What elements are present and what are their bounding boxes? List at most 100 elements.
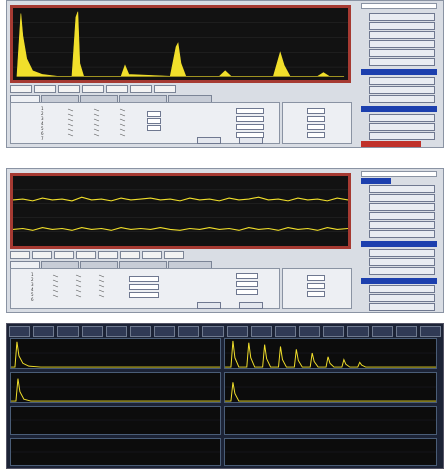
channel-header[interactable] [395, 326, 417, 337]
sidebar-button[interactable] [369, 132, 435, 140]
channel-header[interactable] [202, 326, 224, 337]
channel-plot[interactable] [224, 338, 437, 369]
channel-graph [225, 451, 436, 453]
channel-header[interactable] [323, 326, 345, 337]
axis-label [142, 251, 162, 259]
sidebar-section-bar [361, 278, 437, 284]
param-field[interactable] [129, 284, 159, 290]
channel-header[interactable] [371, 326, 393, 337]
spectrum-plot[interactable] [10, 5, 351, 83]
channel-plot[interactable] [10, 338, 221, 369]
channel-header[interactable] [250, 326, 272, 337]
sidebar-button[interactable] [369, 267, 435, 275]
param-field[interactable] [236, 281, 258, 287]
waveform-plot[interactable] [10, 173, 351, 249]
channel-header[interactable] [299, 326, 321, 337]
measure-field[interactable] [307, 124, 325, 130]
channel-header[interactable] [81, 326, 103, 337]
measure-field[interactable] [307, 132, 325, 138]
sidebar-button[interactable] [369, 221, 435, 229]
channel-trace [11, 341, 220, 368]
channel-plot[interactable] [10, 438, 221, 466]
measure-field[interactable] [307, 116, 325, 122]
sidebar-button[interactable] [369, 203, 435, 211]
measure-field[interactable] [307, 291, 325, 297]
sidebar-button[interactable] [369, 86, 435, 94]
sidebar-status-bar [361, 141, 421, 147]
param-field[interactable] [129, 276, 159, 282]
channel-header[interactable] [347, 326, 369, 337]
channel-header[interactable] [274, 326, 297, 337]
channel-plot[interactable] [10, 372, 221, 403]
waveform-window: 1 2 3 4 5 6 [6, 168, 444, 313]
channel-header[interactable] [419, 326, 442, 337]
channel-header[interactable] [9, 326, 31, 337]
checkbox-grid[interactable] [66, 107, 146, 141]
sidebar-button[interactable] [369, 22, 435, 30]
cancel-button[interactable] [239, 302, 263, 309]
channel-graph [11, 378, 220, 402]
channel-plot[interactable] [224, 438, 437, 466]
sidebar-button[interactable] [369, 123, 435, 131]
channel-header[interactable] [33, 326, 55, 337]
sidebar-button[interactable] [369, 77, 435, 85]
measure-field[interactable] [307, 108, 325, 114]
axis-label [106, 85, 128, 93]
sidebar-button[interactable] [369, 31, 435, 39]
param-field[interactable] [236, 273, 258, 279]
sidebar-button[interactable] [369, 95, 435, 103]
axis-label [120, 251, 140, 259]
sidebar-button[interactable] [369, 58, 435, 66]
sidebar-button[interactable] [369, 185, 435, 193]
spectrum-graph [13, 11, 348, 77]
confirm-button[interactable] [197, 137, 221, 144]
channel-settings-panel: 1 2 3 4 5 6 [10, 268, 280, 309]
axis-label [58, 85, 80, 93]
sidebar-button[interactable] [369, 49, 435, 57]
sidebar-button[interactable] [369, 230, 435, 238]
sidebar-button[interactable] [369, 40, 435, 48]
measure-field[interactable] [307, 283, 325, 289]
channel-trace [225, 382, 436, 402]
grid-row-label: 6 [31, 297, 34, 302]
sidebar-button[interactable] [369, 13, 435, 21]
param-field[interactable] [147, 125, 161, 131]
param-field[interactable] [236, 289, 258, 295]
param-field[interactable] [236, 124, 264, 130]
channel-header[interactable] [226, 326, 248, 337]
param-field[interactable] [236, 116, 264, 122]
param-field[interactable] [147, 118, 161, 124]
param-field[interactable] [236, 108, 264, 114]
channel-header[interactable] [129, 326, 152, 337]
channel-plot[interactable] [10, 406, 221, 435]
sidebar-section-bar [361, 69, 437, 75]
checkbox-grid[interactable] [51, 273, 131, 303]
sidebar-button[interactable] [369, 294, 435, 302]
param-field[interactable] [129, 292, 159, 298]
sidebar-button[interactable] [369, 258, 435, 266]
sidebar-button[interactable] [369, 114, 435, 122]
waveform-trace-lower [13, 227, 348, 231]
sidebar-button[interactable] [369, 285, 435, 293]
sidebar-button[interactable] [369, 194, 435, 202]
sidebar-button[interactable] [369, 249, 435, 257]
axis-label-row [10, 251, 184, 259]
cancel-button[interactable] [239, 137, 263, 144]
sidebar-button[interactable] [369, 212, 435, 220]
sidebar-button[interactable] [369, 303, 435, 311]
sidebar-section-bar [361, 178, 391, 184]
measurement-panel [282, 102, 352, 144]
channel-header[interactable] [154, 326, 176, 337]
channel-graph [225, 419, 436, 421]
param-field[interactable] [147, 111, 161, 117]
channel-header[interactable] [57, 326, 79, 337]
axis-label [34, 85, 56, 93]
channel-header[interactable] [178, 326, 200, 337]
confirm-button[interactable] [197, 302, 221, 309]
channel-plot[interactable] [224, 372, 437, 403]
multichannel-window [6, 323, 444, 469]
channel-header[interactable] [105, 326, 127, 337]
sidebar-section-bar [361, 241, 437, 247]
channel-plot[interactable] [224, 406, 437, 435]
measure-field[interactable] [307, 275, 325, 281]
